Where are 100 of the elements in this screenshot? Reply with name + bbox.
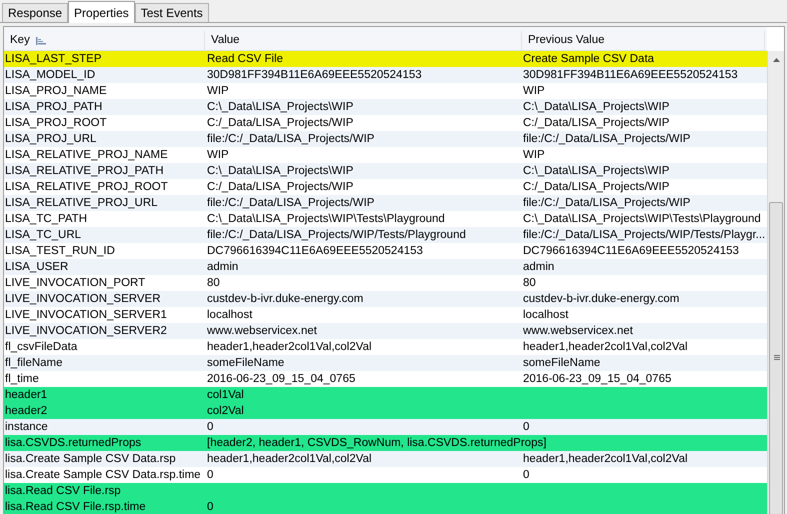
table-cell-text: C:\_Data\LISA_Projects\WIP\Tests\Playground <box>206 212 446 227</box>
table-row[interactable]: LISA_PROJ_PATH C:\_Data\LISA_Projects\WIP C:\_Data\LISA_Projects\WIP <box>4 99 767 115</box>
scroll-up-icon[interactable] <box>773 58 780 62</box>
table-cell-text: file:/C:/_Data/LISA_Projects/WIP/Tests/Playgr... <box>522 228 765 243</box>
table-row[interactable]: lisa.Create Sample CSV Data.rsp header1,header2col1Val,col2Val header1,header2col1Val,col2Val <box>4 451 767 467</box>
table-cell-text: C:\_Data\LISA_Projects\WIP\Tests\Playground <box>522 212 762 227</box>
table-row[interactable]: LISA_MODEL_ID 30D981FF394B11E6A69EEE5520524153 30D981FF394B11E6A69EEE5520524153 <box>4 67 767 83</box>
table-cell-text: header1,header2col1Val,col2Val <box>522 340 689 355</box>
table-cell-text: 0 <box>522 468 530 483</box>
table-row[interactable]: lisa.CSVDS.returnedProps [header2, header1, CSVDS_RowNum, lisa.CSVDS.returnedProps] <box>4 435 767 451</box>
table-cell-text: 2016-06-23_09_15_04_0765 <box>522 372 672 387</box>
table-cell-text: LIVE_INVOCATION_SERVER <box>4 292 162 307</box>
table-row[interactable]: LISA_RELATIVE_PROJ_URL file:/C:/_Data/LISA_Projects/WIP file:/C:/_Data/LISA_Projects/WIP <box>4 195 767 211</box>
table-row[interactable]: LIVE_INVOCATION_SERVER2 www.webservicex.net www.webservicex.net <box>4 323 767 339</box>
table-cell-text: LISA_RELATIVE_PROJ_PATH <box>4 164 165 179</box>
table-cell-text: LISA_PROJ_PATH <box>4 100 104 115</box>
table-cell-text: lisa.Create Sample CSV Data.rsp <box>4 452 177 467</box>
table-cell-text: file:/C:/_Data/LISA_Projects/WIP <box>206 132 376 147</box>
table-cell-text: LISA_TEST_RUN_ID <box>4 244 116 259</box>
table-cell-text: LISA_PROJ_ROOT <box>4 116 108 131</box>
table-cell-text: 80 <box>206 276 221 291</box>
sort-icon <box>36 36 47 44</box>
table-cell-text: C:/_Data/LISA_Projects/WIP <box>522 180 670 195</box>
table-cell-text: 0 <box>206 420 214 435</box>
table-cell-text: header1,header2col1Val,col2Val <box>206 340 373 355</box>
table-cell-text: C:/_Data/LISA_Projects/WIP <box>206 116 354 131</box>
tab[interactable]: Response <box>2 3 68 22</box>
table-cell-text: someFileName <box>522 356 602 371</box>
table-cell-text: WIP <box>206 148 230 163</box>
table-cell-text: WIP <box>522 84 546 99</box>
table-cell-text: LISA_USER <box>4 260 70 275</box>
column-header[interactable]: Value <box>205 31 522 50</box>
table-cell-text: file:/C:/_Data/LISA_Projects/WIP <box>522 132 692 147</box>
table-cell-text: C:/_Data/LISA_Projects/WIP <box>522 116 670 131</box>
table-cell-text: lisa.Read CSV File.rsp.time <box>4 500 147 514</box>
table-cell-text: Create Sample CSV Data <box>522 52 656 67</box>
table-cell-text: www.webservicex.net <box>206 324 318 339</box>
table-cell-text: LISA_PROJ_URL <box>4 132 98 147</box>
table-cell-text: admin <box>522 260 556 275</box>
table-cell-text: lisa.CSVDS.returnedProps <box>4 436 142 451</box>
table-cell-text: LISA_PROJ_NAME <box>4 84 108 99</box>
table-cell-text: 80 <box>522 276 537 291</box>
scrollbar[interactable] <box>767 51 784 514</box>
column-header[interactable]: Key <box>4 31 205 50</box>
table-cell-text: custdev-b-ivr.duke-energy.com <box>206 292 364 307</box>
table-row[interactable]: LIVE_INVOCATION_SERVER custdev-b-ivr.duke-energy.com custdev-b-ivr.duke-energy.com <box>4 291 767 307</box>
table-cell-text: LISA_RELATIVE_PROJ_ROOT <box>4 180 169 195</box>
table-row[interactable]: instance 0 0 <box>4 419 767 435</box>
table-row[interactable]: fl_fileName someFileName someFileName <box>4 355 767 371</box>
table-cell-text: 0 <box>522 420 530 435</box>
table-cell-text: C:/_Data/LISA_Projects/WIP <box>206 180 354 195</box>
table-cell-text: 0 <box>206 468 214 483</box>
table-cell-text: WIP <box>206 84 230 99</box>
table-cell-text: col2Val <box>206 404 245 419</box>
table-cell-text: lisa.Read CSV File.rsp <box>4 484 122 499</box>
tab[interactable]: Properties <box>68 1 135 23</box>
table-row[interactable]: lisa.Read CSV File.rsp <box>4 483 767 499</box>
table-cell-text: www.webservicex.net <box>522 324 634 339</box>
table-cell-text: custdev-b-ivr.duke-energy.com <box>522 292 680 307</box>
table-cell-text: localhost <box>522 308 570 323</box>
table-row[interactable]: LISA_PROJ_URL file:/C:/_Data/LISA_Projects/WIP file:/C:/_Data/LISA_Projects/WIP <box>4 131 767 147</box>
table-cell-text: [header2, header1, CSVDS_RowNum, lisa.CSVDS.returnedProps] <box>206 436 548 451</box>
table-cell-text: 30D981FF394B11E6A69EEE5520524153 <box>522 68 739 83</box>
table-cell-text: DC796616394C11E6A69EEE5520524153 <box>522 244 740 259</box>
table-cell-text: file:/C:/_Data/LISA_Projects/WIP <box>206 196 376 211</box>
table-cell-text: file:/C:/_Data/LISA_Projects/WIP <box>522 196 692 211</box>
table-row[interactable]: LISA_TC_URL file:/C:/_Data/LISA_Projects/WIP/Tests/Playground file:/C:/_Data/LISA_Projects/WIP/Tests/Playgr... <box>4 227 767 243</box>
table-row[interactable]: LISA_LAST_STEP Read CSV File Create Sample CSV Data <box>4 51 767 67</box>
table-cell-text: WIP <box>522 148 546 163</box>
table-cell-text: header1 <box>4 388 48 403</box>
table-cell-text: LISA_TC_URL <box>4 228 82 243</box>
table-cell-text: LIVE_INVOCATION_SERVER2 <box>4 324 168 339</box>
table-cell-text: someFileName <box>206 356 286 371</box>
table-row[interactable]: header1 col1Val <box>4 387 767 403</box>
table-row[interactable]: LISA_USER admin admin <box>4 259 767 275</box>
column-header[interactable]: Previous Value <box>522 31 765 50</box>
table-row[interactable]: header2 col2Val <box>4 403 767 419</box>
table-cell-text: 2016-06-23_09_15_04_0765 <box>206 372 356 387</box>
tab[interactable]: Test Events <box>134 3 209 22</box>
table-cell-text: 0 <box>206 500 214 514</box>
table-cell-text: LIVE_INVOCATION_PORT <box>4 276 146 291</box>
table-row[interactable]: LISA_RELATIVE_PROJ_PATH C:\_Data\LISA_Projects\WIP C:\_Data\LISA_Projects\WIP <box>4 163 767 179</box>
table-cell-text: C:\_Data\LISA_Projects\WIP <box>522 164 670 179</box>
table-cell-text: Read CSV File <box>206 52 284 67</box>
table-cell-text: header1,header2col1Val,col2Val <box>522 452 689 467</box>
table-cell-text: C:\_Data\LISA_Projects\WIP <box>522 100 670 115</box>
table-cell-text: file:/C:/_Data/LISA_Projects/WIP/Tests/Playground <box>206 228 467 243</box>
scroll-thumb[interactable] <box>769 202 783 514</box>
table-cell-text: instance <box>4 420 49 435</box>
table-row[interactable]: lisa.Read CSV File.rsp.time 0 <box>4 499 767 514</box>
table-cell-text: fl_time <box>4 372 40 387</box>
table-cell-text: col1Val <box>206 388 245 403</box>
table-cell-text: LISA_MODEL_ID <box>4 68 96 83</box>
table-cell-text: DC796616394C11E6A69EEE5520524153 <box>206 244 424 259</box>
table-cell-text: LIVE_INVOCATION_SERVER1 <box>4 308 168 323</box>
table-cell-text: LISA_TC_PATH <box>4 212 88 227</box>
table-cell-text: LISA_RELATIVE_PROJ_URL <box>4 196 159 211</box>
table-cell-text: fl_fileName <box>4 356 64 371</box>
table-cell-text: C:\_Data\LISA_Projects\WIP <box>206 164 354 179</box>
grip-icon <box>774 355 780 360</box>
